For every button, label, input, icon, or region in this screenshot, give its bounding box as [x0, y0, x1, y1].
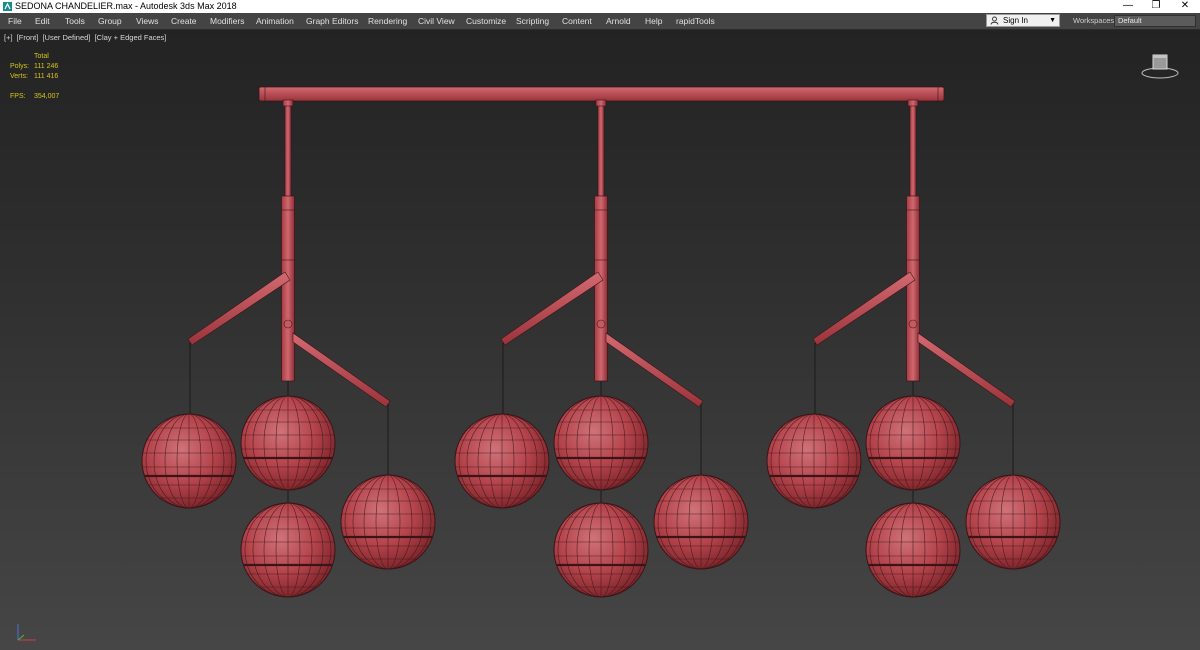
menu-graph-editors[interactable]: Graph Editors — [306, 13, 358, 29]
menu-rapidtools[interactable]: rapidTools — [676, 13, 715, 29]
close-button[interactable]: ✕ — [1170, 0, 1200, 13]
menu-create[interactable]: Create — [171, 13, 197, 29]
menu-civil-view[interactable]: Civil View — [418, 13, 455, 29]
pendant-group-center[interactable] — [455, 100, 748, 597]
window-title: SEDONA CHANDELIER.max - Autodesk 3ds Max… — [15, 1, 237, 11]
menu-modifiers[interactable]: Modifiers — [210, 13, 244, 29]
workspaces-select[interactable]: Default — [1114, 15, 1196, 27]
workspaces-label: Workspaces: — [1073, 16, 1117, 25]
menu-scripting[interactable]: Scripting — [516, 13, 549, 29]
maximize-button[interactable]: ❐ — [1141, 0, 1171, 13]
menu-content[interactable]: Content — [562, 13, 592, 29]
menu-file[interactable]: File — [8, 13, 22, 29]
menu-edit[interactable]: Edit — [35, 13, 50, 29]
menu-views[interactable]: Views — [136, 13, 159, 29]
chandelier-model[interactable] — [0, 30, 1200, 650]
menu-animation[interactable]: Animation — [256, 13, 294, 29]
menu-help[interactable]: Help — [645, 13, 662, 29]
menu-customize[interactable]: Customize — [466, 13, 506, 29]
title-bar: SEDONA CHANDELIER.max - Autodesk 3ds Max… — [0, 0, 1200, 13]
chevron-down-icon: ▼ — [1049, 17, 1056, 24]
menu-tools[interactable]: Tools — [65, 13, 85, 29]
sign-in-label: Sign In — [1003, 16, 1028, 25]
pendant-group-left[interactable] — [142, 100, 435, 597]
pendant-group-right[interactable] — [767, 100, 1060, 597]
menu-group[interactable]: Group — [98, 13, 122, 29]
user-icon — [990, 16, 999, 25]
menu-rendering[interactable]: Rendering — [368, 13, 407, 29]
front-viewport[interactable]: [+] [Front] [User Defined] [Clay + Edged… — [0, 30, 1200, 650]
menu-bar: File Edit Tools Group Views Create Modif… — [0, 13, 1200, 30]
menu-arnold[interactable]: Arnold — [606, 13, 631, 29]
3ds-max-logo-icon — [3, 2, 12, 11]
minimize-button[interactable]: — — [1113, 0, 1143, 13]
sign-in-dropdown[interactable]: Sign In ▼ — [986, 14, 1060, 27]
